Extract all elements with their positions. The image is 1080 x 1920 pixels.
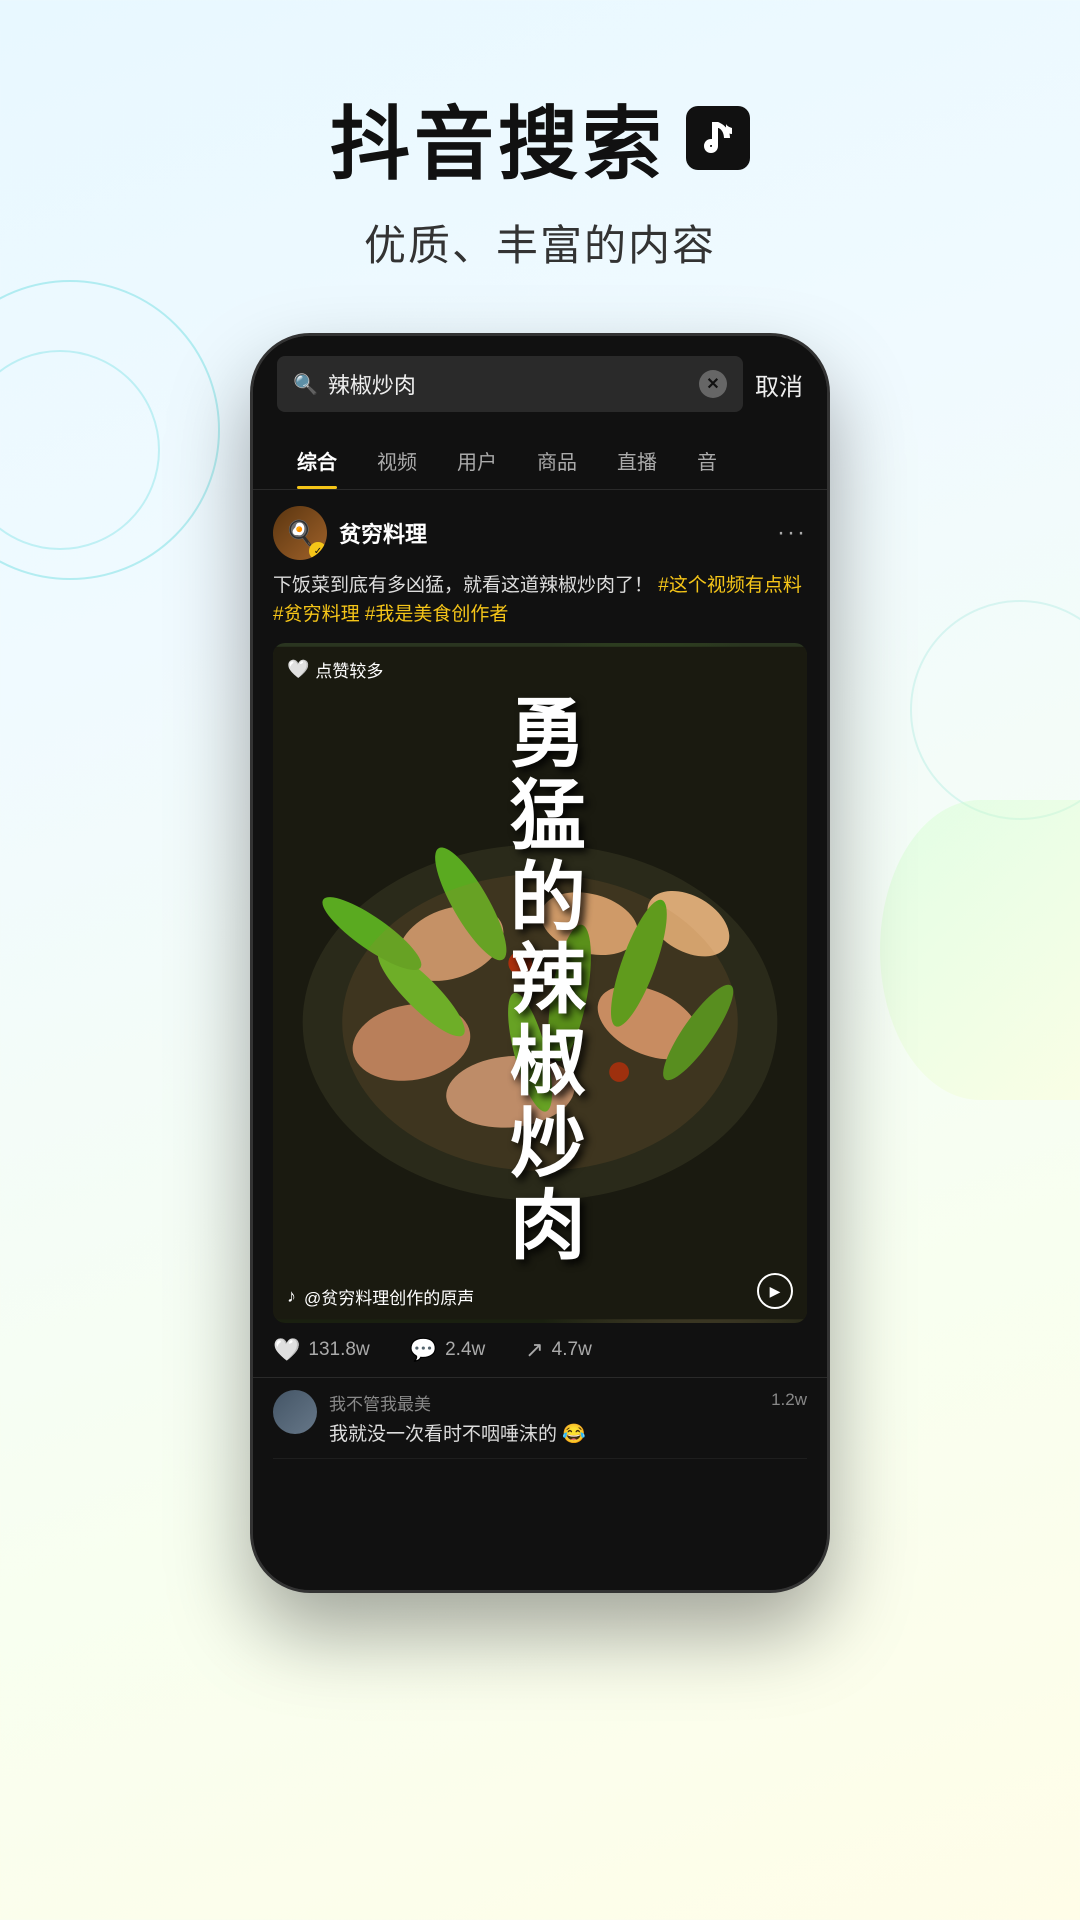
video-thumbnail[interactable]: 勇猛的辣椒炒肉 🤍 点赞较多 ♪ @贫穷料理创作的原声 [273, 643, 807, 1323]
tab-用户[interactable]: 用户 [437, 432, 517, 489]
phone-mockup: 🔍 辣椒炒肉 ✕ 取消 综合 视频 用户 商品 直播 音 [250, 333, 830, 1593]
username: 贫穷料理 [339, 517, 427, 549]
app-title: 抖音搜索 [0, 80, 1080, 196]
comments-count: 2.4w [445, 1339, 485, 1361]
comments-section: 我不管我最美 我就没一次看时不咽唾沫的 😂 1.2w [253, 1377, 827, 1459]
tab-音乐[interactable]: 音 [677, 432, 737, 489]
likes-badge: 🤍 点赞较多 [287, 657, 383, 682]
share-icon: ↗ [525, 1337, 543, 1363]
phone-wrapper: 🔍 辣椒炒肉 ✕ 取消 综合 视频 用户 商品 直播 音 [0, 333, 1080, 1593]
comment-icon: 💬 [410, 1337, 437, 1363]
header-subtitle: 优质、丰富的内容 [0, 212, 1080, 273]
search-results: 🍳 ✓ 贫穷料理 ··· 下饭菜到底有多凶猛，就看这道辣椒炒肉了！ #这个视频有… [253, 490, 827, 1475]
search-query: 辣椒炒肉 [328, 368, 689, 400]
play-button[interactable]: ▶ [757, 1273, 793, 1309]
post-desc-text: 下饭菜到底有多凶猛，就看这道辣椒炒肉了！ [273, 575, 653, 596]
comment-content: 我不管我最美 我就没一次看时不咽唾沫的 😂 [329, 1390, 759, 1446]
comment-username: 我不管我最美 [329, 1390, 759, 1415]
tiktok-logo-icon [686, 106, 750, 170]
stat-comments[interactable]: 💬 2.4w [410, 1337, 486, 1363]
stat-shares[interactable]: ↗ 4.7w [525, 1337, 592, 1363]
post-description: 下饭菜到底有多凶猛，就看这道辣椒炒肉了！ #这个视频有点料 #贫穷料理 #我是美… [253, 572, 827, 643]
header: 抖音搜索 优质、丰富的内容 [0, 0, 1080, 313]
like-icon: 🤍 [273, 1337, 300, 1363]
more-options-button[interactable]: ··· [777, 519, 807, 547]
video-background: 勇猛的辣椒炒肉 🤍 点赞较多 ♪ @贫穷料理创作的原声 [273, 643, 807, 1323]
search-input-container[interactable]: 🔍 辣椒炒肉 ✕ [277, 356, 743, 412]
search-cancel-button[interactable]: 取消 [755, 367, 803, 402]
post-header: 🍳 ✓ 贫穷料理 ··· [253, 506, 827, 572]
search-icon: 🔍 [293, 372, 318, 397]
user-avatar: 🍳 ✓ [273, 506, 327, 560]
comment-likes: 1.2w [771, 1390, 807, 1410]
tab-综合[interactable]: 综合 [277, 432, 357, 489]
heart-icon: 🤍 [287, 659, 309, 680]
tab-直播[interactable]: 直播 [597, 432, 677, 489]
stats-bar: 🤍 131.8w 💬 2.4w ↗ 4.7w [253, 1323, 827, 1377]
phone-screen: 🔍 辣椒炒肉 ✕ 取消 综合 视频 用户 商品 直播 音 [253, 336, 827, 1590]
likes-count: 131.8w [308, 1339, 369, 1361]
hashtag-1[interactable]: #这个视频有点料 [658, 575, 802, 596]
likes-badge-text: 点赞较多 [315, 657, 383, 682]
video-text-overlay: 勇猛的辣椒炒肉 [273, 643, 807, 1323]
comment-item: 我不管我最美 我就没一次看时不咽唾沫的 😂 1.2w [273, 1378, 807, 1459]
stat-likes[interactable]: 🤍 131.8w [273, 1337, 370, 1363]
tiktok-music-icon: ♪ [287, 1286, 296, 1307]
comment-avatar [273, 1390, 317, 1434]
search-clear-button[interactable]: ✕ [699, 370, 727, 398]
audio-text: @贫穷料理创作的原声 [304, 1284, 474, 1309]
tab-商品[interactable]: 商品 [517, 432, 597, 489]
verified-badge: ✓ [309, 542, 327, 560]
hashtag-2[interactable]: #贫穷料理 [273, 604, 360, 625]
comment-text: 我就没一次看时不咽唾沫的 😂 [329, 1419, 759, 1446]
shares-count: 4.7w [552, 1339, 592, 1361]
post-user-info[interactable]: 🍳 ✓ 贫穷料理 [273, 506, 427, 560]
tab-视频[interactable]: 视频 [357, 432, 437, 489]
audio-bar[interactable]: ♪ @贫穷料理创作的原声 [287, 1284, 474, 1309]
video-overlay-text: 勇猛的辣椒炒肉 [500, 693, 580, 1273]
title-text: 抖音搜索 [330, 80, 666, 196]
search-tabs: 综合 视频 用户 商品 直播 音 [253, 432, 827, 490]
search-bar: 🔍 辣椒炒肉 ✕ 取消 [253, 336, 827, 432]
hashtag-3[interactable]: #我是美食创作者 [365, 604, 509, 625]
